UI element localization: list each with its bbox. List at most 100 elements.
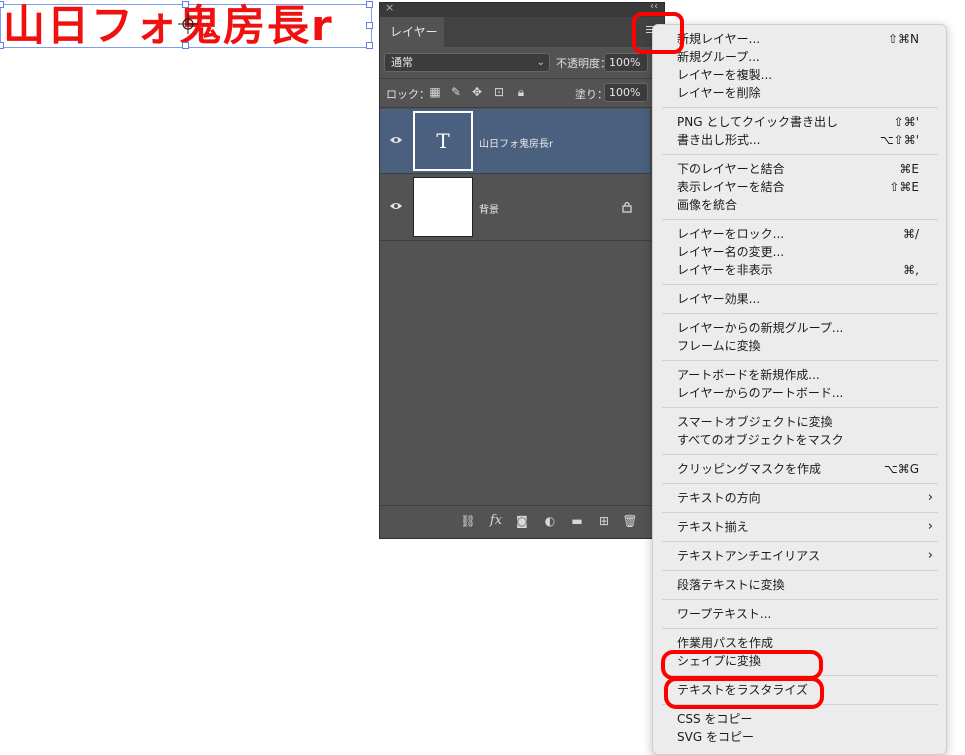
chevron-right-icon: › [927, 490, 933, 505]
new-layer-icon[interactable]: ⊞ [596, 513, 612, 529]
transform-handle-top-right[interactable] [366, 1, 373, 8]
menu-item[interactable]: レイヤーを非表示 ⌘, [677, 261, 939, 279]
fill-field[interactable]: 100% [604, 83, 648, 102]
menu-item[interactable]: アートボードを新規作成... [677, 366, 939, 384]
menu-separator [662, 570, 938, 571]
menu-item-label: スマートオブジェクトに変換 [677, 415, 833, 429]
divider [380, 107, 664, 108]
menu-item-shortcut: ⌘, [903, 263, 919, 277]
menu-item-shortcut: ⌥⌘G [883, 462, 919, 476]
lock-image-pixels-icon[interactable]: ✎ [449, 85, 463, 99]
eye-icon[interactable] [389, 201, 403, 211]
menu-item[interactable]: レイヤーからのアートボード... [677, 384, 939, 402]
transform-handle-top-mid[interactable] [182, 1, 189, 8]
menu-item[interactable]: 新規グループ... [677, 48, 939, 66]
menu-separator [662, 360, 938, 361]
tab-layers[interactable]: レイヤー [380, 17, 444, 47]
chevron-right-icon: › [927, 519, 933, 534]
menu-item-label: 新規グループ... [677, 50, 760, 64]
menu-item[interactable]: レイヤー名の変更... [677, 243, 939, 261]
menu-item[interactable]: すべてのオブジェクトをマスク [677, 431, 939, 449]
divider [380, 240, 650, 241]
lock-artboard-icon[interactable]: ⊡ [492, 85, 506, 99]
collapse-icon[interactable]: ‹‹ [650, 1, 658, 12]
blend-mode-select[interactable]: 通常 ⌄ [384, 53, 550, 72]
menu-item-label: レイヤー名の変更... [677, 245, 785, 259]
transform-handle-bottom-left[interactable] [0, 42, 4, 49]
menu-item[interactable]: ワープテキスト... [677, 605, 939, 623]
menu-item-label: レイヤーをロック... [677, 227, 785, 241]
annotation-shape-convert-highlight [661, 650, 823, 680]
layer-row-text[interactable]: T 山日フォ鬼房長r [380, 109, 650, 173]
background-thumbnail[interactable] [413, 177, 473, 237]
transform-handle-top-left[interactable] [0, 1, 4, 8]
menu-item[interactable]: クリッピングマスクを作成 ⌥⌘G [677, 460, 939, 478]
menu-item[interactable]: スマートオブジェクトに変換 [677, 413, 939, 431]
opacity-field[interactable]: 100% [604, 53, 648, 72]
layers-panel: × ‹‹ レイヤー 通常 ⌄ 不透明度： 100% ロック： ▦ ✎ ✥ ⊡ 🔒… [379, 1, 665, 539]
menu-item-label: 表示レイヤーを結合 [677, 180, 785, 194]
menu-item[interactable]: CSS をコピー [677, 710, 939, 728]
layer-name[interactable]: 背景 [479, 201, 499, 216]
menu-item[interactable]: レイヤーをロック... ⌘/ [677, 225, 939, 243]
menu-item-label: アートボードを新規作成... [677, 368, 820, 382]
eye-icon[interactable] [389, 135, 403, 145]
add-mask-icon[interactable]: ◙ [514, 513, 530, 529]
menu-item-label: レイヤーを非表示 [677, 263, 773, 277]
menu-item[interactable]: 下のレイヤーと結合 ⌘E [677, 160, 939, 178]
menu-item-shortcut: ⇧⌘' [893, 115, 919, 129]
menu-item[interactable]: フレームに変換 [677, 337, 939, 355]
menu-item[interactable]: テキスト揃え › [677, 518, 939, 536]
link-layers-icon[interactable]: ⛓︎ [460, 513, 476, 529]
menu-item[interactable]: 画像を統合 [677, 196, 939, 214]
menu-item[interactable]: テキストアンチエイリアス › [677, 547, 939, 565]
text-layer-thumbnail[interactable]: T [413, 111, 473, 171]
menu-separator [662, 219, 938, 220]
menu-item[interactable]: レイヤーを削除 [677, 84, 939, 102]
menu-item-label: クリッピングマスクを作成 [677, 462, 822, 476]
menu-item[interactable]: 新規レイヤー... ⇧⌘N [677, 30, 939, 48]
menu-item[interactable]: テキストの方向 › [677, 489, 939, 507]
panel-bottom-bar: ⛓︎ fx ◙ ◐ ▬ ⊞ 🗑︎ [380, 506, 664, 534]
canvas-text[interactable]: 山日フォ鬼房長r [3, 2, 334, 50]
menu-separator [662, 284, 938, 285]
menu-item[interactable]: レイヤーを複製... [677, 66, 939, 84]
close-icon[interactable]: × [385, 1, 394, 14]
chevron-right-icon: › [927, 548, 933, 563]
panel-title-bar[interactable]: × ‹‹ [380, 1, 664, 17]
menu-item-label: PNG としてクイック書き出し [677, 115, 838, 129]
layer-row-background[interactable]: 背景 [380, 175, 650, 239]
layer-name[interactable]: 山日フォ鬼房長r [479, 135, 553, 150]
transform-handle-bottom-mid[interactable] [182, 42, 189, 49]
folder-icon[interactable]: ▬ [569, 513, 585, 529]
lock-position-icon[interactable]: ✥ [470, 85, 484, 99]
reference-point-crosshair-icon[interactable] [178, 14, 198, 34]
menu-item[interactable]: レイヤーからの新規グループ... [677, 319, 939, 337]
menu-item-label: 画像を統合 [677, 198, 738, 212]
transform-handle-bottom-right[interactable] [366, 42, 373, 49]
menu-item[interactable]: SVG をコピー [677, 728, 939, 746]
menu-item-label: テキストアンチエイリアス [677, 549, 821, 563]
trash-icon[interactable]: 🗑︎ [622, 513, 638, 529]
menu-item-label: SVG をコピー [677, 730, 754, 744]
menu-item[interactable]: 表示レイヤーを結合 ⇧⌘E [677, 178, 939, 196]
menu-separator [662, 628, 938, 629]
menu-item-label: フレームに変換 [677, 339, 761, 353]
menu-item-label: レイヤーからのアートボード... [677, 386, 844, 400]
menu-item[interactable]: 書き出し形式... ⌥⇧⌘' [677, 131, 939, 149]
menu-item-label: 作業用パスを作成 [677, 636, 774, 650]
fx-icon[interactable]: fx [488, 513, 504, 529]
menu-item-shortcut: ⌘E [899, 162, 919, 176]
menu-item-label: 書き出し形式... [677, 133, 761, 147]
menu-item[interactable]: PNG としてクイック書き出し ⇧⌘' [677, 113, 939, 131]
menu-separator [662, 313, 938, 314]
menu-item-label: レイヤーを複製... [677, 68, 773, 82]
transform-handle-mid-right[interactable] [366, 22, 373, 29]
lock-all-icon[interactable]: 🔒︎ [514, 85, 528, 99]
menu-item[interactable]: 段落テキストに変換 [677, 576, 939, 594]
adjustment-layer-icon[interactable]: ◐ [542, 513, 558, 529]
lock-transparent-pixels-icon[interactable]: ▦ [428, 85, 442, 99]
menu-item-shortcut: ⇧⌘N [887, 32, 919, 46]
menu-item[interactable]: レイヤー効果... [677, 290, 939, 308]
divider [380, 78, 664, 79]
